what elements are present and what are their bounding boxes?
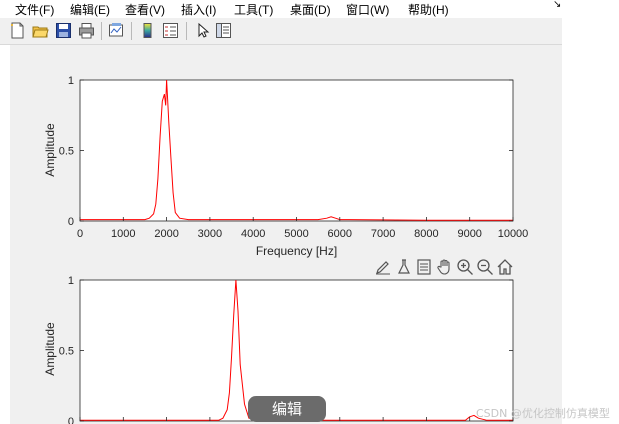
datacursor-icon[interactable] [415, 258, 433, 276]
y-tick-label: 0.5 [59, 346, 74, 358]
axes-top[interactable]: 0 1000 2000 3000 4000 5000 6000 7000 8000 9000 100… [43, 75, 528, 258]
watermark-text: CSDN @优化控制仿真模型 [476, 407, 610, 420]
x-tick-label: 8000 [414, 228, 438, 240]
plots-svg: 0 1000 2000 3000 4000 5000 6000 7000 8000 9000 100… [43, 75, 528, 424]
x-tick-label: 5000 [284, 228, 308, 240]
x-tick-label: 0 [77, 228, 83, 240]
x-tick-label: 6000 [328, 228, 352, 240]
home-icon[interactable] [496, 258, 514, 276]
data-tips-icon[interactable] [395, 258, 413, 276]
y-tick-label: 0.5 [59, 146, 74, 158]
x-tick-label: 4000 [241, 228, 265, 240]
brush-icon[interactable] [374, 258, 392, 276]
y-axis-label-bottom: Amplitude [43, 322, 57, 376]
x-tick-label: 2000 [154, 228, 178, 240]
x-axis-label-top: Frequency [Hz] [256, 244, 337, 258]
y-tick-label: 0 [68, 416, 74, 424]
x-tick-label: 3000 [198, 228, 222, 240]
y-tick-label: 1 [68, 75, 74, 87]
zoom-out-icon[interactable] [476, 258, 494, 276]
x-tick-label: 7000 [371, 228, 395, 240]
y-axis-label-top: Amplitude [43, 123, 57, 177]
zoom-in-icon[interactable] [456, 258, 474, 276]
x-tick-label: 1000 [111, 228, 135, 240]
axes-top-box [79, 79, 514, 222]
edit-overlay-button[interactable]: 编辑 [248, 396, 326, 422]
y-tick-label: 0 [68, 216, 74, 228]
x-tick-label: 9000 [457, 228, 481, 240]
y-tick-label: 1 [68, 275, 74, 287]
x-tick-label: 10000 [498, 228, 529, 240]
pan-hand-icon[interactable] [436, 258, 454, 276]
